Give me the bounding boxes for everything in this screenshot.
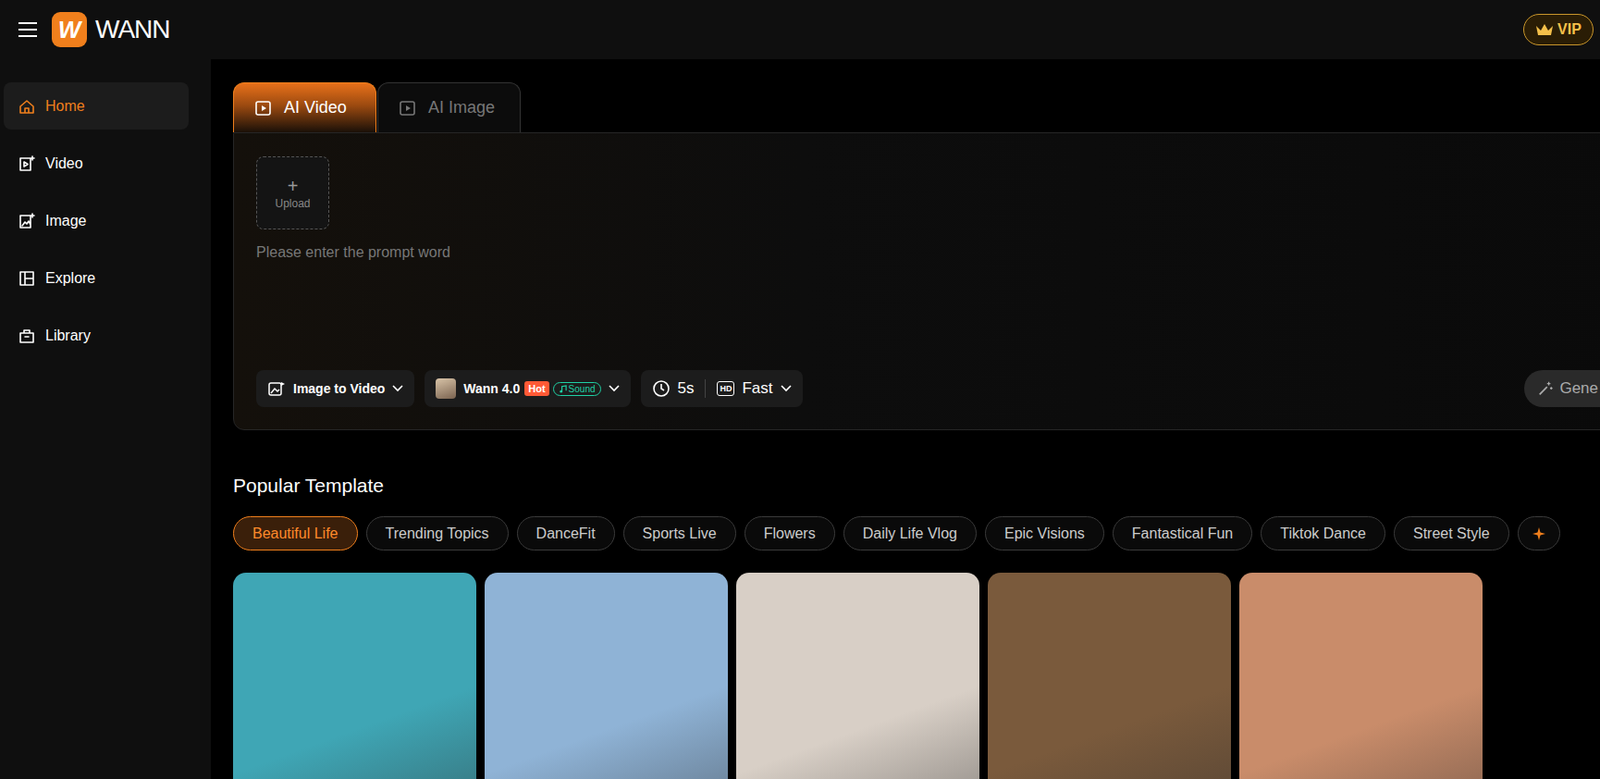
tab-label: AI Image: [428, 98, 495, 118]
main: AI Video AI Image +Upload Image to Video Wan…: [210, 59, 1600, 779]
sidebar-item-label: Library: [45, 327, 91, 345]
music-note-icon: [558, 384, 567, 394]
brand-name: WANN: [95, 14, 171, 45]
generate-button[interactable]: Gene: [1524, 369, 1600, 407]
mode-label: Image to Video: [293, 381, 385, 396]
filter-chip[interactable]: Trending Topics: [366, 516, 509, 551]
filter-chip[interactable]: [1517, 516, 1561, 551]
sidebar-item[interactable]: Explore: [3, 254, 189, 302]
filter-chip[interactable]: Daily Life Vlog: [843, 516, 977, 551]
sidebar-item[interactable]: Library: [3, 311, 189, 359]
generator-card: +Upload Image to Video Wann 4.0 Hot Sound 5s H…: [233, 132, 1600, 431]
plus-icon: +: [287, 176, 299, 196]
nav-icon: [17, 326, 37, 345]
template-card[interactable]: [736, 572, 980, 779]
template-filter: Beautiful LifeTrending TopicsDanceFitSpo…: [233, 516, 1600, 551]
sidebar-item[interactable]: Image: [3, 196, 189, 245]
sidebar-item-label: Home: [45, 98, 86, 115]
top-bar: W WANN VIP: [0, 0, 1600, 60]
clock-icon: [652, 379, 671, 398]
sidebar-item-label: Image: [45, 212, 87, 230]
sidebar-item-label: Explore: [45, 270, 96, 287]
template-card[interactable]: [233, 572, 477, 779]
tab-bar: AI Video AI Image: [233, 82, 1600, 133]
vip-button[interactable]: VIP: [1523, 13, 1594, 46]
sidebar-item-label: Video: [45, 155, 84, 173]
mode-select[interactable]: Image to Video: [256, 369, 415, 407]
nav-icon: [17, 154, 37, 173]
template-card[interactable]: [1239, 572, 1483, 779]
tab[interactable]: AI Video: [233, 82, 377, 133]
model-avatar-icon: [435, 378, 456, 399]
sidebar-item[interactable]: Video: [3, 139, 189, 187]
sparkle-icon: [1531, 526, 1547, 542]
filter-chip[interactable]: Sports Live: [623, 516, 737, 551]
section-title: Popular Template: [233, 473, 1600, 498]
filter-chip[interactable]: Beautiful Life: [233, 516, 358, 551]
template-grid: [233, 572, 1600, 779]
tab-label: AI Video: [283, 98, 347, 118]
model-select[interactable]: Wann 4.0 Hot Sound: [424, 369, 630, 407]
magic-wand-icon: [1537, 380, 1554, 397]
tab-icon: [398, 98, 418, 118]
model-label: Wann 4.0: [463, 381, 520, 396]
filter-chip[interactable]: DanceFit: [516, 516, 616, 551]
nav-icon: [17, 97, 37, 116]
brand[interactable]: W WANN: [51, 12, 171, 48]
filter-chip[interactable]: Tiktok Dance: [1260, 516, 1386, 551]
hot-badge: Hot: [524, 381, 549, 396]
tab[interactable]: AI Image: [377, 82, 521, 133]
prompt-input[interactable]: [256, 229, 1600, 370]
chevron-down-icon: [608, 384, 620, 393]
filter-chip[interactable]: Fantastical Fun: [1112, 516, 1253, 551]
duration-label: 5s: [677, 379, 695, 398]
quality-label: Fast: [741, 379, 773, 398]
chevron-down-icon: [780, 384, 792, 393]
menu-button[interactable]: [18, 20, 37, 39]
body: Home Video Image Explore Library AI Video AI I…: [0, 59, 1600, 779]
crown-icon: [1535, 22, 1554, 37]
divider: [704, 379, 706, 398]
app: W WANN VIP Home Video Image Explore Library AI V…: [0, 0, 1600, 779]
tab-icon: [254, 98, 273, 118]
chevron-down-icon: [392, 384, 404, 393]
filter-chip[interactable]: Street Style: [1393, 516, 1510, 551]
filter-chip[interactable]: Flowers: [744, 516, 836, 551]
generate-label: Gene: [1559, 379, 1599, 398]
hd-icon: HD: [716, 381, 735, 396]
sidebar-item[interactable]: Home: [3, 82, 189, 130]
upload-label: Upload: [274, 196, 310, 210]
image-video-icon: [267, 379, 286, 398]
template-card[interactable]: [484, 572, 728, 779]
hamburger-icon: [18, 21, 37, 38]
filter-chip[interactable]: Epic Visions: [984, 516, 1105, 551]
nav-icon: [17, 269, 37, 288]
sound-badge: Sound: [553, 381, 602, 396]
sidebar: Home Video Image Explore Library: [0, 59, 211, 779]
upload-button[interactable]: +Upload: [256, 156, 330, 230]
vip-label: VIP: [1557, 21, 1582, 38]
controls: Image to Video Wann 4.0 Hot Sound 5s HD Fast Ge…: [256, 369, 1600, 407]
duration-quality-select[interactable]: 5s HD Fast: [640, 369, 803, 407]
template-card[interactable]: [987, 572, 1231, 779]
nav-icon: [17, 211, 37, 231]
logo-icon: W: [51, 12, 87, 48]
